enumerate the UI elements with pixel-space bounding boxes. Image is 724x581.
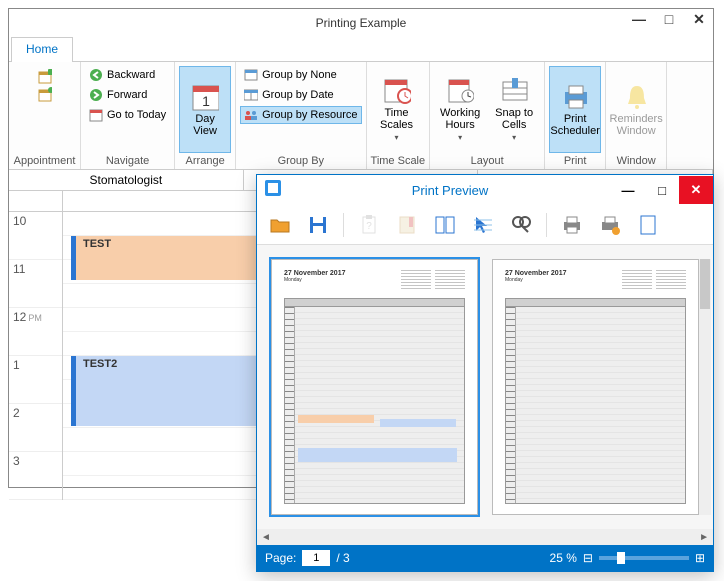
- preview-titlebar: Print Preview — □ ✕: [257, 175, 713, 205]
- forward-icon: [89, 88, 103, 102]
- new-appointment-icon[interactable]: [38, 70, 52, 84]
- ribbon: Appointment Backward Forward Go to Today…: [9, 62, 713, 170]
- find-icon[interactable]: [508, 212, 534, 238]
- open-icon[interactable]: [267, 212, 293, 238]
- working-hours-icon: [446, 77, 474, 105]
- day-view-icon: 1: [191, 83, 219, 111]
- svg-text:?: ?: [366, 221, 372, 232]
- preview-close[interactable]: ✕: [679, 176, 713, 204]
- chevron-down-icon: ▾: [512, 133, 516, 142]
- snap-icon: [500, 77, 528, 105]
- chevron-down-icon: ▾: [458, 133, 462, 142]
- page-total: / 3: [336, 551, 349, 565]
- minimize-button[interactable]: —: [629, 11, 649, 28]
- select-tool-icon[interactable]: [470, 212, 496, 238]
- preview-title: Print Preview: [289, 183, 611, 198]
- group-label-layout: Layout: [434, 153, 540, 169]
- forward-button[interactable]: Forward: [85, 86, 170, 104]
- time-gutter: 10 11 12PM 1 2 3 4: [9, 212, 63, 500]
- preview-app-icon: [265, 180, 281, 201]
- group-label-groupby: Group By: [240, 153, 361, 169]
- working-hours-button[interactable]: Working Hours▾: [434, 66, 486, 153]
- preview-page-1[interactable]: 27 November 2017Monday: [271, 259, 478, 515]
- group-label-print: Print: [549, 153, 601, 169]
- new-recurring-icon[interactable]: [38, 88, 52, 102]
- preview-body[interactable]: 27 November 2017Monday 27 November 2017M…: [257, 245, 713, 529]
- preview-scrollbar-v[interactable]: [699, 259, 711, 515]
- chevron-down-icon: ▾: [395, 133, 399, 142]
- quick-print-icon[interactable]: [597, 212, 623, 238]
- snap-cells-button[interactable]: Snap to Cells▾: [488, 66, 540, 153]
- group-resource-icon: [244, 108, 258, 122]
- group-label-appointment: Appointment: [13, 153, 76, 169]
- page-setup-icon[interactable]: [635, 212, 661, 238]
- save-icon[interactable]: [305, 212, 331, 238]
- group-date-icon: [244, 88, 258, 102]
- preview-statusbar: Page: / 3 25 % ⊟ ⊞: [257, 545, 713, 571]
- window-title: Printing Example: [316, 16, 407, 30]
- group-label-timescale: Time Scale: [371, 153, 426, 169]
- today-icon: [89, 108, 103, 122]
- time-scales-button[interactable]: Time Scales▾: [371, 66, 423, 153]
- day-view-button[interactable]: 1 Day View: [179, 66, 231, 153]
- print-preview-window: Print Preview — □ ✕ ? 27 November 2017Mo…: [256, 174, 714, 572]
- print-scheduler-button[interactable]: Print Scheduler: [549, 66, 601, 153]
- preview-minimize[interactable]: —: [611, 176, 645, 204]
- bell-icon: [622, 83, 650, 111]
- group-date-button[interactable]: Group by Date: [240, 86, 361, 104]
- printer-icon: [561, 83, 589, 111]
- preview-page-2[interactable]: 27 November 2017Monday: [492, 259, 699, 515]
- page-label: Page:: [265, 551, 296, 565]
- svg-text:1: 1: [202, 93, 210, 109]
- preview-toolbar: ?: [257, 205, 713, 245]
- print-icon[interactable]: [559, 212, 585, 238]
- clipboard-icon: ?: [356, 212, 382, 238]
- group-label-navigate: Navigate: [85, 153, 170, 169]
- group-none-icon: [244, 68, 258, 82]
- zoom-label: 25 %: [550, 551, 577, 565]
- group-label-window: Window: [610, 153, 662, 169]
- close-button[interactable]: ✕: [689, 11, 709, 28]
- tab-home[interactable]: Home: [11, 37, 73, 62]
- page-input[interactable]: [302, 550, 330, 566]
- group-resource-button[interactable]: Group by Resource: [240, 106, 361, 124]
- maximize-button[interactable]: □: [659, 11, 679, 28]
- group-label-arrange: Arrange: [179, 153, 231, 169]
- group-none-button[interactable]: Group by None: [240, 66, 361, 84]
- preview-scrollbar-h[interactable]: ◄►: [257, 529, 713, 545]
- back-icon: [89, 68, 103, 82]
- titlebar: Printing Example — □ ✕: [9, 9, 713, 37]
- zoom-slider[interactable]: [599, 556, 689, 560]
- reminders-button: Reminders Window: [610, 66, 662, 153]
- time-scales-icon: [383, 77, 411, 105]
- today-button[interactable]: Go to Today: [85, 106, 170, 124]
- zoom-in[interactable]: ⊞: [695, 551, 705, 565]
- preview-maximize[interactable]: □: [645, 176, 679, 204]
- resource-col[interactable]: Stomatologist: [9, 170, 244, 190]
- two-page-icon[interactable]: [432, 212, 458, 238]
- zoom-out[interactable]: ⊟: [583, 551, 593, 565]
- ribbon-tabs: Home: [9, 37, 713, 62]
- bookmark-icon: [394, 212, 420, 238]
- backward-button[interactable]: Backward: [85, 66, 170, 84]
